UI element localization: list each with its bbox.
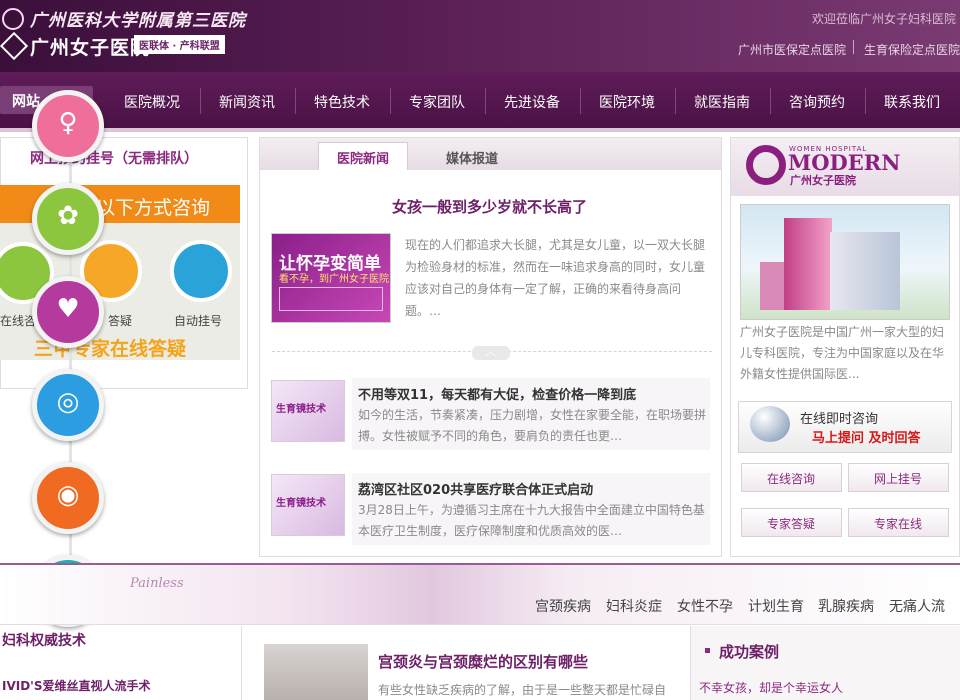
consult-banner-text: 以下方式咨询 [96, 197, 211, 219]
nav-divider [770, 88, 771, 114]
alliance-tag: 医联体 · 产科联盟 [134, 35, 225, 54]
tag-inflammation[interactable]: 妇科炎症 [606, 596, 662, 616]
nav-item-equipment[interactable]: 先进设备 [504, 92, 560, 112]
tag-painless-abortion[interactable]: 无痛人流 [889, 596, 945, 616]
nav-divider [390, 88, 391, 114]
nav-item-appointment[interactable]: 咨询预约 [789, 92, 845, 112]
nav-item-technology[interactable]: 特色技术 [314, 92, 370, 112]
news-title[interactable]: 荔湾区社区020共享医疗联合体正式启动 [358, 479, 593, 498]
university-emblem-icon [2, 8, 24, 30]
divider [0, 624, 960, 625]
headline-summary: 现在的人们都追求大长腿，尤其是女儿童，以一双大长腿为检验身材的标准，然而在一味追… [405, 238, 706, 318]
news-summary: 3月28日上午，为遵循习主席在十九大报告中全面建立中国特色基本医疗卫生制度，医疗… [358, 503, 705, 538]
tag-breast[interactable]: 乳腺疾病 [818, 596, 874, 616]
news-thumbnail-text: 生育镜技术 [276, 404, 326, 415]
nav-item-contact[interactable]: 联系我们 [884, 92, 940, 112]
headline-title[interactable]: 女孩一般到多少岁就不长高了 [392, 196, 587, 217]
news-title[interactable]: 不用等双11，每天都有大促，检查价格一降到底 [358, 384, 636, 403]
drop-icon[interactable]: ♥ [32, 276, 104, 348]
tab-media-reports[interactable]: 媒体报道 [446, 148, 498, 167]
article-image[interactable] [264, 644, 368, 700]
welcome-text: 欢迎莅临广州女子妇科医院 [811, 12, 956, 26]
building-shape [784, 218, 832, 310]
chevron-up-icon: ︿ [485, 345, 496, 358]
promo-subtitle: 看不孕，到广州女子医院 [279, 274, 389, 285]
news-thumbnail-text: 生育镜技术 [276, 498, 326, 509]
expert-online-label: 专家在线 [874, 517, 923, 531]
pregnancy-glyph: ♀ [58, 108, 78, 138]
nav-divider [675, 88, 676, 114]
target-icon[interactable]: ◎ [32, 369, 104, 441]
nav-divider [485, 88, 486, 114]
tag-infertility[interactable]: 女性不孕 [677, 596, 733, 616]
nav-divider [865, 88, 866, 114]
lotus-glyph: ✿ [57, 201, 79, 231]
building-shape [760, 262, 786, 310]
online-consult-label: 在线咨询 [767, 472, 816, 486]
consult-option-register[interactable]: 自动挂号 [174, 312, 222, 329]
chat-title: 在线即时咨询 [800, 412, 879, 427]
nav-item-environment[interactable]: 医院环境 [599, 92, 655, 112]
news-summary: 如今的生活，节奏紧凑，压力剧增，女性在家要全能，在职场要拼搏。女性被赋予不同的角… [358, 408, 707, 443]
gyn-tech-item[interactable]: IVID'S爱维丝直视人流手术 [2, 677, 151, 694]
nav-item-experts[interactable]: 专家团队 [409, 92, 465, 112]
nav-shadow [0, 128, 960, 132]
target-glyph: ◎ [56, 387, 80, 417]
nav-divider [580, 88, 581, 114]
promo-box [279, 287, 383, 311]
success-cases-title[interactable]: 成功案例 [719, 641, 779, 662]
university-name: 广州医科大学附属第三医院 [30, 11, 246, 31]
consult-option-online[interactable]: 在线咨 [0, 312, 36, 329]
pregnancy-icon[interactable]: ♀ [32, 90, 104, 162]
success-case-item[interactable]: 不幸女孩，却是个幸运女人 [699, 679, 843, 696]
drop-glyph: ♥ [56, 294, 80, 324]
hospital-name[interactable]: 广州女子医院 [30, 33, 150, 60]
nav-item-news[interactable]: 新闻资讯 [219, 92, 275, 112]
consult-option-answer[interactable]: 答疑 [108, 312, 132, 329]
float-strip-line [69, 95, 72, 615]
chat-action[interactable]: 马上提问 及时回答 [812, 427, 921, 446]
modern-logo-cn: 广州女子医院 [790, 174, 856, 187]
article-summary: 有些女性缺乏疾病的了解，由于是一些整天都是忙碌自 [378, 683, 667, 697]
expert-answer-label: 专家答疑 [767, 517, 816, 531]
nav-divider [295, 88, 296, 114]
gyn-tech-title[interactable]: 妇科权威技术 [2, 630, 86, 650]
building-shape [830, 232, 900, 310]
lotus-icon[interactable]: ✿ [32, 183, 104, 255]
nav-item-guide[interactable]: 就医指南 [694, 92, 750, 112]
nav-divider [200, 88, 201, 114]
article-title[interactable]: 宫颈炎与宫颈糜烂的区别有哪些 [378, 651, 588, 672]
online-register-label: 网上挂号 [874, 472, 923, 486]
insurance-link-1[interactable]: 广州市医保定点医院 [738, 41, 846, 58]
hospital-intro: 广州女子医院是中国广州一家大型的妇儿专科医院，专注为中国家庭以及在华外籍女性提供… [740, 325, 945, 381]
bullet-icon [705, 648, 710, 653]
divider [853, 40, 854, 54]
insurance-link-2[interactable]: 生育保险定点医院 [864, 41, 960, 58]
disease-banner [0, 565, 960, 625]
nav-item-overview[interactable]: 医院概况 [124, 92, 180, 112]
tag-family-planning[interactable]: 计划生育 [748, 596, 804, 616]
tag-cervical[interactable]: 宫颈疾病 [535, 596, 591, 616]
ring-icon[interactable]: ◉ [32, 462, 104, 534]
modern-logo-icon [746, 145, 786, 185]
ring-glyph: ◉ [56, 480, 80, 510]
painless-text: Painless [130, 576, 184, 591]
tab-hospital-news-label: 医院新闻 [337, 152, 390, 167]
chat-bubble-icon [750, 406, 790, 442]
auto-register-icon[interactable] [170, 240, 232, 302]
